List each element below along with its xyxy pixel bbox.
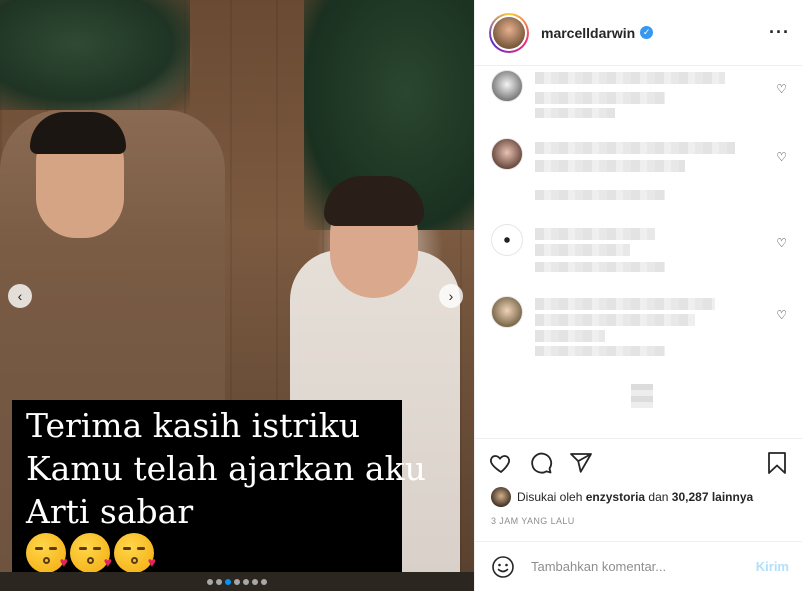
carousel-dot (234, 578, 240, 585)
kiss-emoji-icon: ♥ (70, 533, 112, 573)
post-username[interactable]: marcelldarwin (541, 25, 635, 41)
photo-caption-overlay: Terima kasih istriku Kamu telah ajarkan … (12, 400, 426, 573)
post-media[interactable]: Terima kasih istriku Kamu telah ajarkan … (0, 0, 474, 591)
likes-suffix[interactable]: lainnya (712, 490, 753, 504)
likes-count-link[interactable]: 30,287 (672, 490, 709, 504)
bookmark-icon[interactable] (765, 451, 789, 475)
likes-summary: Disukai oleh enzystoria dan 30,287 lainn… (475, 487, 802, 507)
action-icon-row (475, 439, 802, 487)
add-comment-bar: Kirim (475, 541, 802, 591)
comment-icon[interactable] (529, 451, 553, 475)
emoji-row: ♥ ♥ ♥ (26, 533, 388, 573)
post-actions: Disukai oleh enzystoria dan 30,287 lainn… (475, 438, 802, 541)
caption-line-1: Terima kasih istriku (26, 406, 360, 445)
kiss-emoji-icon: ♥ (26, 533, 68, 573)
likes-prefix: Disukai oleh (517, 490, 583, 504)
comments-list[interactable]: ♡ ♡ ♡ ♡ (475, 66, 802, 438)
carousel-dot (207, 578, 213, 585)
chevron-left-icon: ‹ (17, 288, 23, 304)
commenter-avatar[interactable] (491, 224, 523, 256)
carousel-dot (261, 578, 267, 585)
likes-user-link[interactable]: enzystoria (586, 490, 645, 504)
likes-mid: dan (648, 490, 669, 504)
carousel-next-button[interactable]: › (439, 284, 463, 308)
share-icon[interactable] (569, 451, 593, 475)
comment-input[interactable] (531, 559, 756, 574)
comment-like-heart-icon[interactable]: ♡ (776, 150, 787, 164)
carousel-dot (216, 578, 222, 585)
heart-icon[interactable] (489, 451, 513, 475)
caption-line-2: Kamu telah ajarkan aku (26, 449, 426, 488)
avatar[interactable] (491, 487, 511, 507)
more-horizontal-icon[interactable]: ··· (769, 22, 790, 43)
comment-like-heart-icon[interactable]: ♡ (776, 308, 787, 322)
comment-like-heart-icon[interactable]: ♡ (776, 82, 787, 96)
verified-badge-icon: ✓ (640, 26, 654, 39)
kiss-emoji-icon: ♥ (114, 533, 156, 573)
carousel-dots (0, 572, 474, 591)
commenter-avatar[interactable] (491, 138, 523, 170)
carousel-dot (252, 578, 258, 585)
chevron-right-icon: › (448, 288, 454, 304)
wedding-photo: Terima kasih istriku Kamu telah ajarkan … (0, 0, 474, 573)
carousel-dot (243, 578, 249, 585)
post-side-panel: marcelldarwin ✓ ··· ♡ ♡ ♡ ♡ Disukai oleh… (474, 0, 802, 591)
comment-like-heart-icon[interactable]: ♡ (776, 236, 787, 250)
avatar[interactable] (489, 12, 529, 53)
emoji-smile-icon[interactable] (491, 555, 515, 579)
caption-line-3: Arti sabar (26, 492, 194, 531)
post-comment-button[interactable]: Kirim (756, 559, 789, 574)
commenter-avatar[interactable] (491, 70, 523, 102)
carousel-prev-button[interactable]: ‹ (8, 284, 32, 308)
carousel-dot (225, 578, 231, 585)
post-timestamp[interactable]: 3 JAM YANG LALU (475, 516, 802, 526)
post-header: marcelldarwin ✓ ··· (475, 0, 802, 66)
load-more-comments-icon[interactable] (631, 384, 653, 408)
commenter-avatar[interactable] (491, 296, 523, 328)
